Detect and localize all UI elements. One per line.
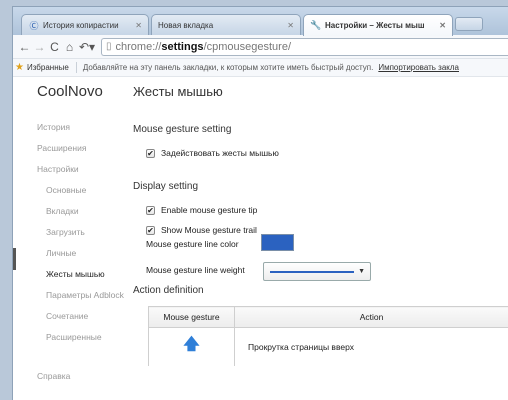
reload-icon[interactable]: C	[47, 40, 62, 54]
close-icon[interactable]: ✕	[287, 21, 294, 30]
sidebar-item-settings[interactable]: Настройки	[37, 164, 79, 174]
checkbox-checked[interactable]: ✔	[146, 205, 155, 215]
line-weight-preview	[270, 271, 354, 273]
sidebar-item-help[interactable]: Справка	[37, 371, 70, 381]
tab-history[interactable]: Ⓒ История копирастии ✕	[21, 14, 149, 35]
settings-page: CoolNovo История Расширения Настройки Ос…	[13, 77, 508, 381]
sidebar-item-mouse-gestures[interactable]: Жесты мышью	[46, 269, 105, 279]
url-scheme: chrome://	[115, 40, 162, 53]
address-bar[interactable]: ▯ chrome://settings/cpmousegesture/	[101, 37, 508, 56]
section-heading-mouse-gesture: Mouse gesture setting	[133, 124, 232, 135]
gesture-tip-checkbox[interactable]: ✔ Enable mouse gesture tip	[146, 205, 257, 215]
main-panel: Жесты мышью Mouse gesture setting ✔ Заде…	[133, 77, 508, 377]
coolnovo-icon: Ⓒ	[29, 20, 39, 31]
sidebar-item-tabs[interactable]: Вкладки	[46, 206, 79, 216]
section-heading-display: Display setting	[133, 181, 199, 192]
action-table: Mouse gesture Action 🡅 Прокрутка страниц…	[148, 306, 508, 366]
wrench-icon: 🔧	[310, 20, 322, 30]
checkbox-checked[interactable]: ✔	[146, 225, 155, 235]
tab-label: Настройки – Жесты мыш	[325, 21, 425, 30]
url-host: settings	[161, 40, 204, 53]
sidebar-item-basics[interactable]: Основные	[46, 185, 86, 195]
sidebar: CoolNovo История Расширения Настройки Ос…	[13, 77, 124, 381]
favorites-button[interactable]: Избранные	[27, 63, 69, 72]
page-title: Жесты мышью	[133, 84, 223, 99]
gesture-tip-label: Enable mouse gesture tip	[161, 205, 258, 215]
enable-gestures-checkbox[interactable]: ✔ Задействовать жесты мышью	[146, 148, 279, 158]
gesture-trail-checkbox[interactable]: ✔ Show Mouse gesture trail	[146, 225, 257, 235]
gesture-cell: 🡅	[148, 327, 235, 366]
tab-new[interactable]: Новая вкладка ✕	[151, 14, 301, 35]
close-icon[interactable]: ✕	[439, 21, 446, 30]
page-icon: ▯	[106, 41, 112, 52]
column-header-action: Action	[234, 306, 508, 328]
table-row[interactable]: 🡅 Прокрутка страницы вверх	[148, 327, 508, 366]
close-icon[interactable]: ✕	[135, 21, 142, 30]
back-icon[interactable]: ←	[17, 40, 32, 54]
browser-window: Ⓒ История копирастии ✕ Новая вкладка ✕ 🔧…	[12, 6, 508, 400]
tab-label: Новая вкладка	[158, 20, 214, 30]
enable-gestures-label: Задействовать жесты мышью	[161, 148, 279, 158]
line-color-label: Mouse gesture line color	[146, 239, 239, 249]
star-icon: ★	[15, 62, 24, 73]
action-cell: Прокрутка страницы вверх	[234, 327, 508, 366]
line-weight-label: Mouse gesture line weight	[146, 265, 245, 275]
home-icon[interactable]: ⌂	[62, 40, 77, 54]
forward-icon[interactable]: →	[32, 40, 47, 54]
active-indicator	[13, 248, 16, 270]
chevron-down-icon: ▼	[358, 268, 365, 275]
column-header-gesture: Mouse gesture	[148, 306, 235, 328]
sidebar-item-downloads[interactable]: Загрузить	[46, 227, 85, 237]
line-color-picker[interactable]	[261, 234, 294, 251]
separator	[75, 62, 77, 73]
sidebar-item-advanced[interactable]: Расширенные	[46, 332, 102, 342]
gesture-trail-label: Show Mouse gesture trail	[161, 225, 257, 235]
arrow-up-icon: 🡅	[183, 336, 200, 354]
url-path: /cpmousegesture/	[203, 40, 291, 53]
undo-close-tab-icon[interactable]: ↶▾	[77, 40, 97, 54]
tab-settings[interactable]: 🔧 Настройки – Жесты мыш ✕	[303, 14, 453, 36]
tab-strip: Ⓒ История копирастии ✕ Новая вкладка ✕ 🔧…	[13, 7, 508, 36]
bookmarks-hint: Добавляйте на эту панель закладки, к кот…	[82, 63, 374, 72]
section-heading-action: Action definition	[133, 285, 204, 296]
sidebar-item-extensions[interactable]: Расширения	[37, 143, 86, 153]
bookmarks-bar: ★ Избранные Добавляйте на эту панель зак…	[13, 59, 508, 77]
sidebar-item-adblock[interactable]: Параметры Adblock	[46, 290, 124, 300]
toolbar: ← → C ⌂ ↶▾ ▯ chrome://settings/cpmousege…	[13, 35, 508, 59]
sidebar-item-history[interactable]: История	[37, 122, 70, 132]
line-weight-select[interactable]: ▼	[263, 262, 371, 281]
import-bookmarks-link[interactable]: Импортировать закла	[378, 63, 459, 72]
checkbox-checked[interactable]: ✔	[146, 148, 155, 158]
tab-label: История копирастии	[43, 20, 119, 30]
sidebar-item-shortcuts[interactable]: Сочетание	[46, 311, 88, 321]
new-tab-button[interactable]	[455, 17, 483, 31]
sidebar-item-personal[interactable]: Личные	[46, 248, 76, 258]
brand-title: CoolNovo	[37, 83, 103, 100]
